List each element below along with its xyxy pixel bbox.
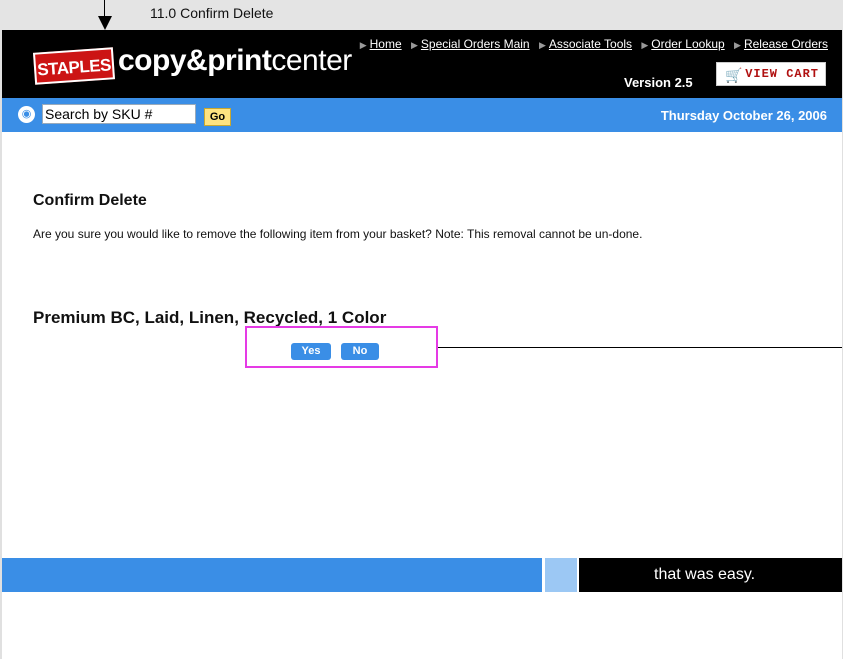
page: STAPLES copy&printcenter ▶ Home ▶ Special … — [2, 30, 842, 659]
go-button[interactable]: Go — [204, 108, 231, 126]
nav-bullet-icon: ▶ — [538, 40, 546, 50]
footer-light-band — [545, 558, 577, 592]
view-cart-label: VIEW CART — [745, 67, 819, 81]
top-nav: ▶ Home ▶ Special Orders Main ▶ Associate To… — [354, 37, 828, 51]
nav-item-order-lookup: ▶ Order Lookup — [641, 37, 724, 51]
version-label: Version 2.5 — [624, 75, 693, 90]
footer-tagline: that was easy. — [654, 566, 756, 583]
nav-link-associate-tools[interactable]: Associate Tools — [549, 37, 632, 51]
staples-logo-badge: STAPLES — [32, 47, 116, 85]
nav-bullet-icon: ▶ — [641, 40, 649, 50]
nav-item-home: ▶ Home — [360, 37, 402, 51]
search-icon: ◉ — [18, 106, 35, 123]
nav-bullet-icon: ▶ — [359, 40, 367, 50]
nav-item-associate-tools: ▶ Associate Tools — [539, 37, 632, 51]
sku-search-input[interactable] — [42, 104, 196, 124]
nav-item-special-orders: ▶ Special Orders Main — [411, 37, 530, 51]
footer-blue-band — [2, 558, 542, 592]
view-cart-button[interactable]: 🛒 VIEW CART — [716, 62, 826, 86]
brand-amp: & — [186, 44, 208, 77]
current-date: Thursday October 26, 2006 — [660, 108, 827, 123]
copy-print-center-logo: copy&printcenter — [118, 44, 352, 78]
search-bar: ◉ Go Thursday October 26, 2006 — [2, 98, 842, 132]
brand-copy: copy — [118, 44, 187, 77]
nav-bullet-icon: ▶ — [410, 40, 418, 50]
annotation-highlight-box — [245, 326, 438, 368]
nav-bullet-icon: ▶ — [734, 40, 741, 50]
nav-link-release-orders[interactable]: Release Orders — [744, 37, 828, 51]
shopping-cart-icon: 🛒 — [725, 69, 744, 85]
brand-print: print — [207, 44, 272, 77]
nav-link-special-orders-main[interactable]: Special Orders Main — [421, 37, 530, 51]
nav-link-home[interactable]: Home — [370, 37, 402, 51]
annotation-title: 11.0 Confirm Delete — [150, 5, 274, 21]
nav-item-release-orders: ▶ Release Orders — [734, 37, 828, 51]
header: STAPLES copy&printcenter ▶ Home ▶ Special … — [2, 30, 842, 98]
annotation-arrow-head — [98, 16, 112, 30]
brand-center: center — [271, 44, 352, 77]
item-name: Premium BC, Laid, Linen, Recycled, 1 Col… — [33, 308, 387, 327]
nav-link-order-lookup[interactable]: Order Lookup — [651, 37, 724, 51]
confirm-message: Are you sure you would like to remove th… — [33, 227, 643, 241]
page-title: Confirm Delete — [33, 192, 147, 209]
annotation-bar: 11.0 Confirm Delete — [0, 0, 843, 30]
annotation-callout-line — [438, 347, 842, 348]
